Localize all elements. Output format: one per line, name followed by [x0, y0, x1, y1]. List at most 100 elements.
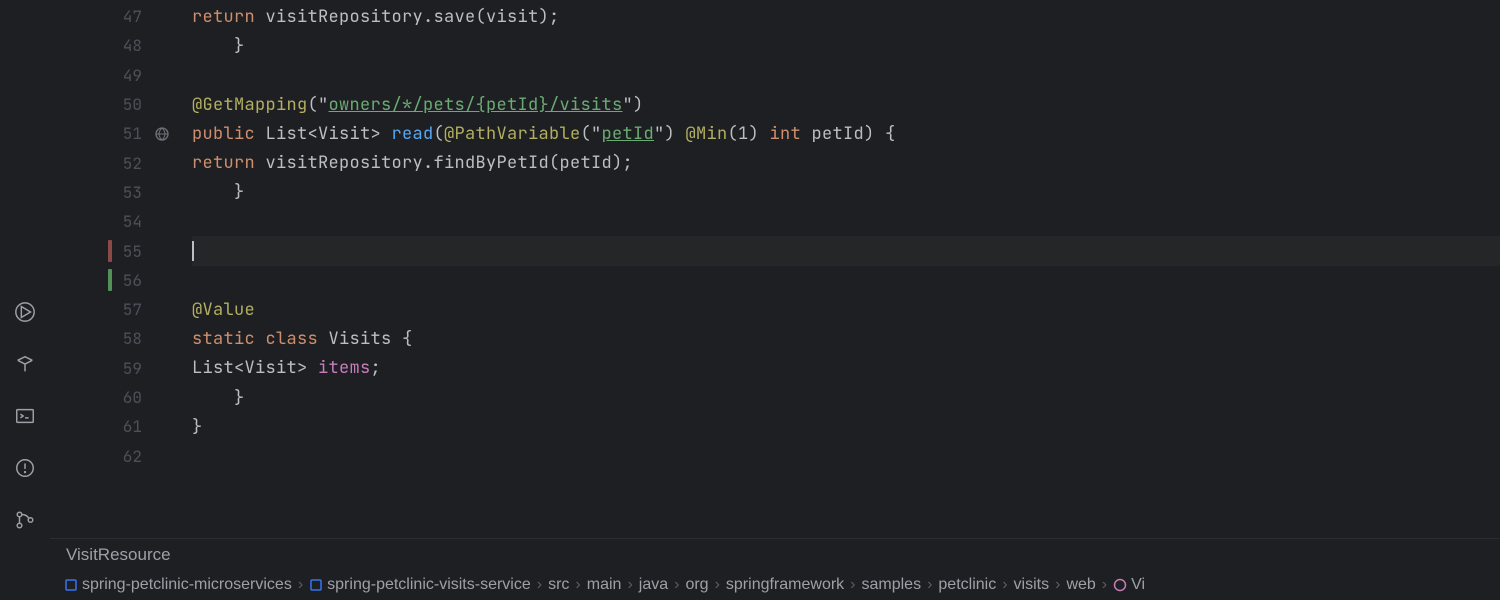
punct: ;: [371, 357, 382, 379]
type: List<Visit>: [192, 357, 318, 379]
breadcrumb-label: spring-petclinic-visits-service: [327, 576, 531, 594]
code-text: petId) {: [812, 123, 896, 145]
breadcrumb-class[interactable]: VisitResource: [66, 545, 171, 565]
line-number[interactable]: 58: [114, 328, 142, 349]
breadcrumb-item[interactable]: Vi: [1113, 576, 1145, 594]
breadcrumb-label: Vi: [1131, 576, 1145, 594]
punct: {: [402, 328, 413, 350]
punct: (": [581, 123, 602, 145]
type: List<Visit>: [266, 123, 392, 145]
line-number[interactable]: 48: [114, 35, 142, 56]
caret: [192, 241, 194, 261]
line-number[interactable]: 52: [114, 153, 142, 174]
change-marker-modified[interactable]: [108, 240, 112, 262]
class-icon: [1113, 578, 1127, 592]
code-text: }: [192, 387, 245, 409]
code-text: }: [192, 416, 203, 438]
chevron-right-icon: ›: [627, 576, 632, 594]
code-text: }: [192, 35, 245, 57]
module-icon: [64, 578, 78, 592]
chevron-right-icon: ›: [674, 576, 679, 594]
field-name: items: [318, 357, 371, 379]
structure-breadcrumb[interactable]: VisitResource: [50, 538, 1500, 570]
chevron-right-icon: ›: [850, 576, 855, 594]
error-stripe[interactable]: [1488, 0, 1498, 538]
line-number[interactable]: 51: [114, 123, 142, 144]
breadcrumb-item[interactable]: samples: [862, 576, 922, 594]
keyword: static: [192, 328, 266, 350]
code-area[interactable]: return visitRepository.save(visit); } @G…: [150, 0, 1500, 538]
breadcrumb-item[interactable]: main: [587, 576, 622, 594]
chevron-right-icon: ›: [1002, 576, 1007, 594]
line-number[interactable]: 54: [114, 211, 142, 232]
breadcrumb-item[interactable]: springframework: [726, 576, 844, 594]
line-number[interactable]: 49: [114, 65, 142, 86]
main-area: 47 48 49 50 51 52 53 54 55 56 57 58 59 6…: [50, 0, 1500, 600]
line-number[interactable]: 56: [114, 270, 142, 291]
code-text: .save(visit);: [423, 6, 560, 28]
string-literal: owners/*/pets/{petId}/visits: [329, 94, 623, 116]
breadcrumb-item[interactable]: web: [1066, 576, 1095, 594]
chevron-right-icon: ›: [298, 576, 303, 594]
keyword: int: [770, 123, 812, 145]
line-number[interactable]: 61: [114, 416, 142, 437]
breadcrumb-label: visits: [1014, 576, 1050, 594]
build-icon[interactable]: [13, 352, 37, 376]
breadcrumb-item[interactable]: spring-petclinic-visits-service: [309, 576, 531, 594]
current-line[interactable]: [192, 236, 1500, 265]
breadcrumb-item[interactable]: visits: [1014, 576, 1050, 594]
problems-icon[interactable]: [13, 456, 37, 480]
punct: "): [654, 123, 686, 145]
keyword: public: [192, 123, 266, 145]
string-literal: petId: [602, 123, 655, 145]
line-number[interactable]: 53: [114, 182, 142, 203]
annotation: @Value: [192, 299, 255, 321]
nav-breadcrumb[interactable]: spring-petclinic-microservices › spring-…: [50, 570, 1500, 600]
line-number[interactable]: 62: [114, 446, 142, 467]
breadcrumb-item[interactable]: src: [548, 576, 569, 594]
breadcrumb-item[interactable]: org: [685, 576, 708, 594]
punct: (1): [728, 123, 770, 145]
line-number[interactable]: 57: [114, 299, 142, 320]
terminal-icon[interactable]: [13, 404, 37, 428]
annotation: @Min: [686, 123, 728, 145]
services-icon[interactable]: [13, 300, 37, 324]
method-name: read: [392, 123, 434, 145]
breadcrumb-label: springframework: [726, 576, 844, 594]
breadcrumb-label: org: [685, 576, 708, 594]
breadcrumb-label: src: [548, 576, 569, 594]
code-editor[interactable]: 47 48 49 50 51 52 53 54 55 56 57 58 59 6…: [50, 0, 1500, 538]
breadcrumb-item[interactable]: spring-petclinic-microservices: [64, 576, 292, 594]
chevron-right-icon: ›: [537, 576, 542, 594]
code-text: }: [192, 181, 245, 203]
code-text: .findByPetId(petId);: [423, 152, 633, 174]
chevron-right-icon: ›: [715, 576, 720, 594]
breadcrumb-label: petclinic: [938, 576, 996, 594]
keyword: class: [266, 328, 329, 350]
change-marker-added[interactable]: [108, 269, 112, 291]
breadcrumb-label: java: [639, 576, 668, 594]
keyword: return: [192, 6, 255, 28]
identifier: visitRepository: [255, 152, 423, 174]
line-number[interactable]: 47: [114, 6, 142, 27]
identifier: visitRepository: [255, 6, 423, 28]
chevron-right-icon: ›: [575, 576, 580, 594]
line-number[interactable]: 55: [114, 241, 142, 262]
breadcrumb-label: main: [587, 576, 622, 594]
module-icon: [309, 578, 323, 592]
punct: (: [434, 123, 445, 145]
breadcrumb-label: samples: [862, 576, 922, 594]
chevron-right-icon: ›: [927, 576, 932, 594]
activity-bar: [0, 0, 50, 600]
breadcrumb-item[interactable]: petclinic: [938, 576, 996, 594]
line-number[interactable]: 60: [114, 387, 142, 408]
line-number[interactable]: 59: [114, 358, 142, 379]
keyword: return: [192, 152, 255, 174]
breadcrumb-label: spring-petclinic-microservices: [82, 576, 292, 594]
class-name: Visits: [329, 328, 403, 350]
line-number[interactable]: 50: [114, 94, 142, 115]
breadcrumb-item[interactable]: java: [639, 576, 668, 594]
vcs-icon[interactable]: [13, 508, 37, 532]
chevron-right-icon: ›: [1102, 576, 1107, 594]
annotation: @PathVariable: [444, 123, 581, 145]
